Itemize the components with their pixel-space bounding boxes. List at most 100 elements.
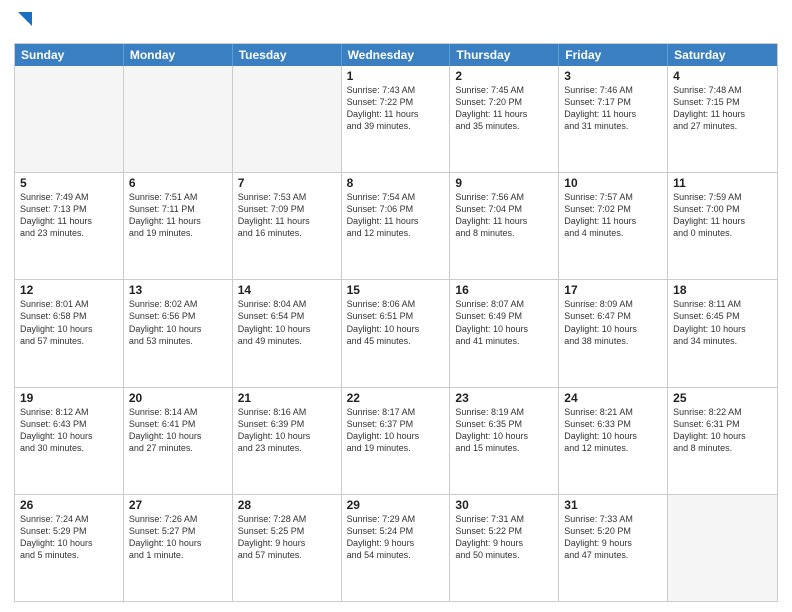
calendar-cell: 25Sunrise: 8:22 AM Sunset: 6:31 PM Dayli… [668, 388, 777, 494]
calendar-cell: 5Sunrise: 7:49 AM Sunset: 7:13 PM Daylig… [15, 173, 124, 279]
logo [14, 10, 34, 37]
day-info: Sunrise: 7:26 AM Sunset: 5:27 PM Dayligh… [129, 513, 227, 562]
day-info: Sunrise: 8:07 AM Sunset: 6:49 PM Dayligh… [455, 298, 553, 347]
day-number: 12 [20, 283, 118, 297]
weekday-header-saturday: Saturday [668, 44, 777, 66]
calendar-cell [15, 66, 124, 172]
calendar-cell: 16Sunrise: 8:07 AM Sunset: 6:49 PM Dayli… [450, 280, 559, 386]
weekday-header-thursday: Thursday [450, 44, 559, 66]
calendar-cell [124, 66, 233, 172]
day-info: Sunrise: 7:56 AM Sunset: 7:04 PM Dayligh… [455, 191, 553, 240]
day-info: Sunrise: 8:14 AM Sunset: 6:41 PM Dayligh… [129, 406, 227, 455]
day-info: Sunrise: 7:28 AM Sunset: 5:25 PM Dayligh… [238, 513, 336, 562]
calendar-cell: 7Sunrise: 7:53 AM Sunset: 7:09 PM Daylig… [233, 173, 342, 279]
logo-triangle-icon [16, 8, 34, 30]
day-number: 29 [347, 498, 445, 512]
weekday-header-friday: Friday [559, 44, 668, 66]
calendar-header: SundayMondayTuesdayWednesdayThursdayFrid… [15, 44, 777, 66]
day-info: Sunrise: 8:04 AM Sunset: 6:54 PM Dayligh… [238, 298, 336, 347]
day-number: 7 [238, 176, 336, 190]
day-number: 13 [129, 283, 227, 297]
calendar: SundayMondayTuesdayWednesdayThursdayFrid… [14, 43, 778, 602]
day-info: Sunrise: 7:33 AM Sunset: 5:20 PM Dayligh… [564, 513, 662, 562]
calendar-row-1: 5Sunrise: 7:49 AM Sunset: 7:13 PM Daylig… [15, 172, 777, 279]
day-info: Sunrise: 8:09 AM Sunset: 6:47 PM Dayligh… [564, 298, 662, 347]
calendar-cell: 10Sunrise: 7:57 AM Sunset: 7:02 PM Dayli… [559, 173, 668, 279]
day-info: Sunrise: 7:57 AM Sunset: 7:02 PM Dayligh… [564, 191, 662, 240]
calendar-row-2: 12Sunrise: 8:01 AM Sunset: 6:58 PM Dayli… [15, 279, 777, 386]
calendar-row-0: 1Sunrise: 7:43 AM Sunset: 7:22 PM Daylig… [15, 66, 777, 172]
day-number: 31 [564, 498, 662, 512]
day-number: 15 [347, 283, 445, 297]
day-info: Sunrise: 7:43 AM Sunset: 7:22 PM Dayligh… [347, 84, 445, 133]
calendar-cell: 19Sunrise: 8:12 AM Sunset: 6:43 PM Dayli… [15, 388, 124, 494]
day-info: Sunrise: 7:29 AM Sunset: 5:24 PM Dayligh… [347, 513, 445, 562]
day-number: 16 [455, 283, 553, 297]
day-info: Sunrise: 8:12 AM Sunset: 6:43 PM Dayligh… [20, 406, 118, 455]
day-info: Sunrise: 7:45 AM Sunset: 7:20 PM Dayligh… [455, 84, 553, 133]
weekday-header-wednesday: Wednesday [342, 44, 451, 66]
day-info: Sunrise: 8:21 AM Sunset: 6:33 PM Dayligh… [564, 406, 662, 455]
day-info: Sunrise: 7:53 AM Sunset: 7:09 PM Dayligh… [238, 191, 336, 240]
day-number: 30 [455, 498, 553, 512]
day-number: 19 [20, 391, 118, 405]
calendar-cell: 27Sunrise: 7:26 AM Sunset: 5:27 PM Dayli… [124, 495, 233, 601]
day-number: 17 [564, 283, 662, 297]
calendar-cell: 2Sunrise: 7:45 AM Sunset: 7:20 PM Daylig… [450, 66, 559, 172]
calendar-cell: 14Sunrise: 8:04 AM Sunset: 6:54 PM Dayli… [233, 280, 342, 386]
calendar-cell: 18Sunrise: 8:11 AM Sunset: 6:45 PM Dayli… [668, 280, 777, 386]
page: SundayMondayTuesdayWednesdayThursdayFrid… [0, 0, 792, 612]
logo-text [14, 10, 34, 37]
day-info: Sunrise: 8:16 AM Sunset: 6:39 PM Dayligh… [238, 406, 336, 455]
weekday-header-tuesday: Tuesday [233, 44, 342, 66]
day-number: 20 [129, 391, 227, 405]
calendar-cell: 23Sunrise: 8:19 AM Sunset: 6:35 PM Dayli… [450, 388, 559, 494]
calendar-cell: 3Sunrise: 7:46 AM Sunset: 7:17 PM Daylig… [559, 66, 668, 172]
day-number: 22 [347, 391, 445, 405]
day-info: Sunrise: 7:24 AM Sunset: 5:29 PM Dayligh… [20, 513, 118, 562]
day-info: Sunrise: 8:11 AM Sunset: 6:45 PM Dayligh… [673, 298, 772, 347]
day-number: 26 [20, 498, 118, 512]
day-info: Sunrise: 8:01 AM Sunset: 6:58 PM Dayligh… [20, 298, 118, 347]
calendar-cell: 29Sunrise: 7:29 AM Sunset: 5:24 PM Dayli… [342, 495, 451, 601]
day-info: Sunrise: 8:06 AM Sunset: 6:51 PM Dayligh… [347, 298, 445, 347]
day-info: Sunrise: 7:51 AM Sunset: 7:11 PM Dayligh… [129, 191, 227, 240]
calendar-cell: 1Sunrise: 7:43 AM Sunset: 7:22 PM Daylig… [342, 66, 451, 172]
calendar-cell: 20Sunrise: 8:14 AM Sunset: 6:41 PM Dayli… [124, 388, 233, 494]
day-info: Sunrise: 8:02 AM Sunset: 6:56 PM Dayligh… [129, 298, 227, 347]
day-number: 28 [238, 498, 336, 512]
weekday-header-sunday: Sunday [15, 44, 124, 66]
calendar-row-4: 26Sunrise: 7:24 AM Sunset: 5:29 PM Dayli… [15, 494, 777, 601]
header [14, 10, 778, 37]
day-number: 3 [564, 69, 662, 83]
day-number: 6 [129, 176, 227, 190]
calendar-cell: 13Sunrise: 8:02 AM Sunset: 6:56 PM Dayli… [124, 280, 233, 386]
day-number: 5 [20, 176, 118, 190]
calendar-cell: 31Sunrise: 7:33 AM Sunset: 5:20 PM Dayli… [559, 495, 668, 601]
day-info: Sunrise: 8:22 AM Sunset: 6:31 PM Dayligh… [673, 406, 772, 455]
calendar-cell: 12Sunrise: 8:01 AM Sunset: 6:58 PM Dayli… [15, 280, 124, 386]
day-info: Sunrise: 7:46 AM Sunset: 7:17 PM Dayligh… [564, 84, 662, 133]
calendar-cell: 6Sunrise: 7:51 AM Sunset: 7:11 PM Daylig… [124, 173, 233, 279]
day-number: 21 [238, 391, 336, 405]
day-number: 14 [238, 283, 336, 297]
day-info: Sunrise: 7:59 AM Sunset: 7:00 PM Dayligh… [673, 191, 772, 240]
calendar-cell: 26Sunrise: 7:24 AM Sunset: 5:29 PM Dayli… [15, 495, 124, 601]
calendar-cell [233, 66, 342, 172]
calendar-cell: 22Sunrise: 8:17 AM Sunset: 6:37 PM Dayli… [342, 388, 451, 494]
day-number: 2 [455, 69, 553, 83]
day-info: Sunrise: 7:49 AM Sunset: 7:13 PM Dayligh… [20, 191, 118, 240]
day-info: Sunrise: 7:54 AM Sunset: 7:06 PM Dayligh… [347, 191, 445, 240]
calendar-cell [668, 495, 777, 601]
calendar-cell: 21Sunrise: 8:16 AM Sunset: 6:39 PM Dayli… [233, 388, 342, 494]
day-number: 8 [347, 176, 445, 190]
calendar-cell: 30Sunrise: 7:31 AM Sunset: 5:22 PM Dayli… [450, 495, 559, 601]
weekday-header-monday: Monday [124, 44, 233, 66]
calendar-cell: 11Sunrise: 7:59 AM Sunset: 7:00 PM Dayli… [668, 173, 777, 279]
calendar-body: 1Sunrise: 7:43 AM Sunset: 7:22 PM Daylig… [15, 66, 777, 601]
calendar-cell: 17Sunrise: 8:09 AM Sunset: 6:47 PM Dayli… [559, 280, 668, 386]
calendar-cell: 15Sunrise: 8:06 AM Sunset: 6:51 PM Dayli… [342, 280, 451, 386]
day-info: Sunrise: 8:17 AM Sunset: 6:37 PM Dayligh… [347, 406, 445, 455]
day-info: Sunrise: 7:31 AM Sunset: 5:22 PM Dayligh… [455, 513, 553, 562]
calendar-row-3: 19Sunrise: 8:12 AM Sunset: 6:43 PM Dayli… [15, 387, 777, 494]
